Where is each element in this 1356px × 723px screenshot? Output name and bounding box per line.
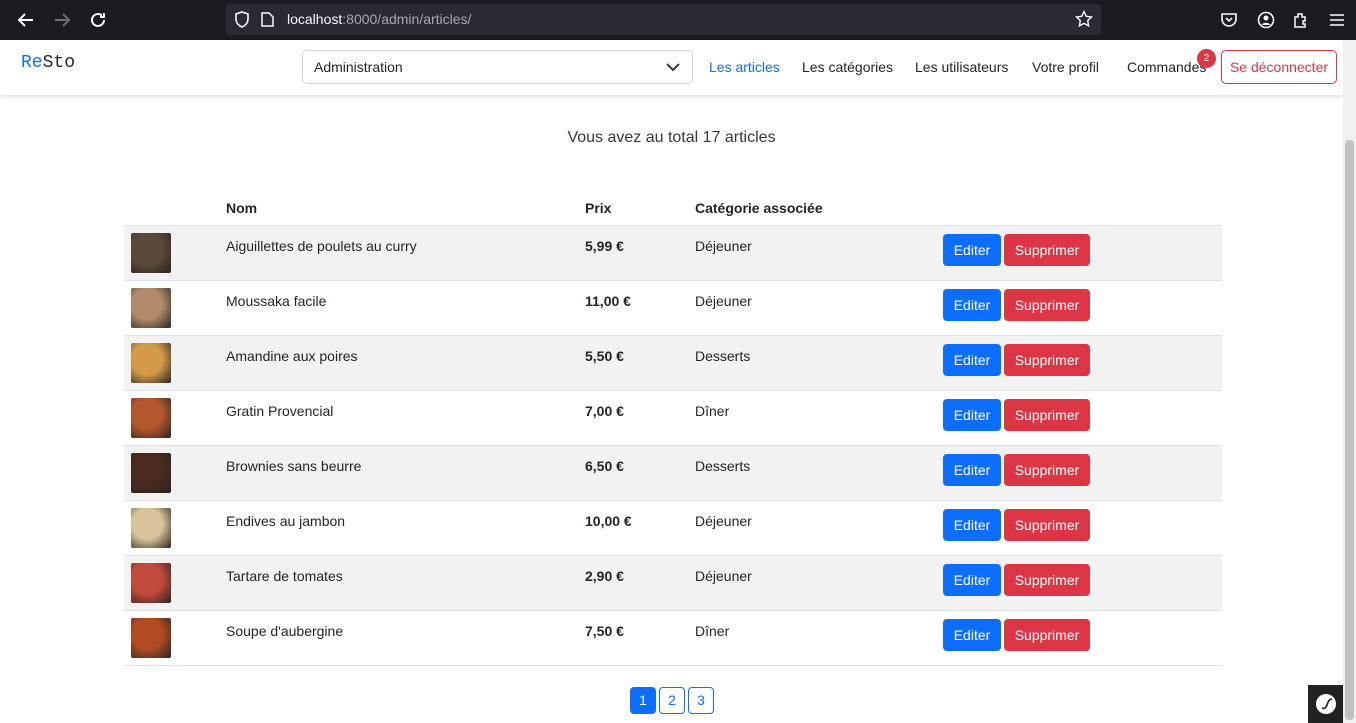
delete-button[interactable]: Supprimer bbox=[1004, 289, 1090, 321]
article-thumbnail bbox=[131, 288, 171, 328]
article-price: 10,00 € bbox=[585, 513, 632, 529]
edit-button[interactable]: Editer bbox=[943, 344, 1001, 376]
article-thumbnail bbox=[131, 343, 171, 383]
edit-button[interactable]: Editer bbox=[943, 454, 1001, 486]
edit-button[interactable]: Editer bbox=[943, 619, 1001, 651]
article-thumbnail bbox=[131, 233, 171, 273]
article-price: 7,00 € bbox=[585, 403, 624, 419]
article-thumbnail bbox=[131, 398, 171, 438]
logout-button[interactable]: Se déconnecter bbox=[1221, 50, 1337, 84]
chevron-down-icon bbox=[666, 63, 680, 72]
article-price: 5,50 € bbox=[585, 348, 624, 364]
bookmark-star-icon[interactable] bbox=[1074, 9, 1094, 33]
reload-icon[interactable] bbox=[86, 8, 110, 32]
table-row: Aiguillettes de poulets au curry 5,99 € Dé… bbox=[124, 226, 1222, 281]
article-thumbnail bbox=[131, 453, 171, 493]
delete-button[interactable]: Supprimer bbox=[1004, 564, 1090, 596]
admin-select-value: Administration bbox=[314, 59, 403, 75]
symfony-toolbar-button[interactable] bbox=[1308, 685, 1343, 723]
articles-table: Nom Prix Catégorie associée Aiguillettes… bbox=[124, 188, 1222, 666]
table-row: Brownies sans beurre 6,50 € Desserts Editer… bbox=[124, 446, 1222, 501]
scrollbar-thumb[interactable] bbox=[1345, 140, 1354, 720]
browser-toolbar: localhost:8000/admin/articles/ bbox=[0, 0, 1356, 40]
brand-logo[interactable]: ReSto bbox=[21, 53, 75, 73]
page: ReSto Administration Les articles Les ca… bbox=[0, 40, 1343, 723]
article-thumbnail bbox=[131, 508, 171, 548]
article-category: Déjeuner bbox=[695, 513, 752, 529]
table-row: Amandine aux poires 5,50 € Desserts Editer S… bbox=[124, 336, 1222, 391]
delete-button[interactable]: Supprimer bbox=[1004, 619, 1090, 651]
extensions-icon[interactable] bbox=[1289, 8, 1313, 32]
edit-button[interactable]: Editer bbox=[943, 509, 1001, 541]
edit-button[interactable]: Editer bbox=[943, 399, 1001, 431]
table-row: Endives au jambon 10,00 € Déjeuner Editer Su… bbox=[124, 501, 1222, 556]
header-price: Prix bbox=[585, 200, 612, 216]
articles-summary: Vous avez au total 17 articles bbox=[567, 129, 776, 146]
article-price: 7,50 € bbox=[585, 623, 624, 639]
article-name: Tartare de tomates bbox=[226, 568, 343, 584]
table-row: Tartare de tomates 2,90 € Déjeuner Editer Su… bbox=[124, 556, 1222, 611]
page-link-2[interactable]: 2 bbox=[659, 687, 685, 714]
url-bar[interactable]: localhost:8000/admin/articles/ bbox=[226, 4, 1101, 35]
table-header: Nom Prix Catégorie associée bbox=[124, 188, 1222, 226]
article-price: 6,50 € bbox=[585, 458, 624, 474]
account-icon[interactable] bbox=[1254, 8, 1278, 32]
nav-link-articles[interactable]: Les articles bbox=[709, 59, 780, 75]
header-category: Catégorie associée bbox=[695, 200, 823, 216]
nav-link-categories[interactable]: Les catégories bbox=[802, 59, 893, 75]
page-link-1[interactable]: 1 bbox=[630, 687, 656, 714]
article-price: 11,00 € bbox=[585, 293, 631, 309]
url-text[interactable]: localhost:8000/admin/articles/ bbox=[287, 11, 471, 27]
article-name: Moussaka facile bbox=[226, 293, 327, 309]
edit-button[interactable]: Editer bbox=[943, 564, 1001, 596]
article-category: Desserts bbox=[695, 458, 751, 474]
page-link-3[interactable]: 3 bbox=[688, 687, 714, 714]
forward-icon[interactable] bbox=[50, 8, 74, 32]
article-price: 5,99 € bbox=[585, 238, 624, 254]
table-row: Gratin Provencial 7,00 € Dîner Editer Suppri… bbox=[124, 391, 1222, 446]
article-name: Aiguillettes de poulets au curry bbox=[226, 238, 417, 254]
table-row: Moussaka facile 11,00 € Déjeuner Editer Supp… bbox=[124, 281, 1222, 336]
pagination: 123 bbox=[630, 687, 717, 714]
article-name: Brownies sans beurre bbox=[226, 458, 362, 474]
back-icon[interactable] bbox=[14, 8, 38, 32]
shield-icon[interactable] bbox=[234, 11, 250, 33]
delete-button[interactable]: Supprimer bbox=[1004, 509, 1090, 541]
pocket-icon[interactable] bbox=[1217, 8, 1241, 32]
site-navbar: ReSto Administration Les articles Les ca… bbox=[0, 40, 1343, 95]
nav-link-users[interactable]: Les utilisateurs bbox=[915, 59, 1008, 75]
orders-count-badge: 2 bbox=[1197, 49, 1216, 68]
delete-button[interactable]: Supprimer bbox=[1004, 399, 1090, 431]
article-name: Soupe d'aubergine bbox=[226, 623, 344, 639]
article-category: Déjeuner bbox=[695, 238, 752, 254]
menu-icon[interactable] bbox=[1325, 8, 1349, 32]
nav-link-profile[interactable]: Votre profil bbox=[1032, 59, 1099, 75]
article-category: Dîner bbox=[695, 403, 730, 419]
article-category: Déjeuner bbox=[695, 293, 752, 309]
nav-link-orders[interactable]: Commandes bbox=[1127, 59, 1206, 75]
article-category: Dîner bbox=[695, 623, 730, 639]
article-category: Desserts bbox=[695, 348, 751, 364]
scrollbar[interactable] bbox=[1343, 40, 1356, 723]
page-icon bbox=[261, 12, 274, 32]
edit-button[interactable]: Editer bbox=[943, 289, 1001, 321]
article-thumbnail bbox=[131, 618, 171, 658]
article-category: Déjeuner bbox=[695, 568, 752, 584]
article-name: Amandine aux poires bbox=[226, 348, 358, 364]
edit-button[interactable]: Editer bbox=[943, 234, 1001, 266]
admin-select[interactable]: Administration bbox=[302, 50, 693, 84]
article-price: 2,90 € bbox=[585, 568, 624, 584]
delete-button[interactable]: Supprimer bbox=[1004, 234, 1090, 266]
article-name: Gratin Provencial bbox=[226, 403, 334, 419]
article-name: Endives au jambon bbox=[226, 513, 346, 529]
table-row: Soupe d'aubergine 7,50 € Dîner Editer Suppri… bbox=[124, 611, 1222, 666]
header-name: Nom bbox=[226, 200, 258, 216]
symfony-icon bbox=[1315, 694, 1336, 714]
article-thumbnail bbox=[131, 563, 171, 603]
table-body: Aiguillettes de poulets au curry 5,99 € Dé… bbox=[124, 226, 1222, 666]
delete-button[interactable]: Supprimer bbox=[1004, 454, 1090, 486]
delete-button[interactable]: Supprimer bbox=[1004, 344, 1090, 376]
